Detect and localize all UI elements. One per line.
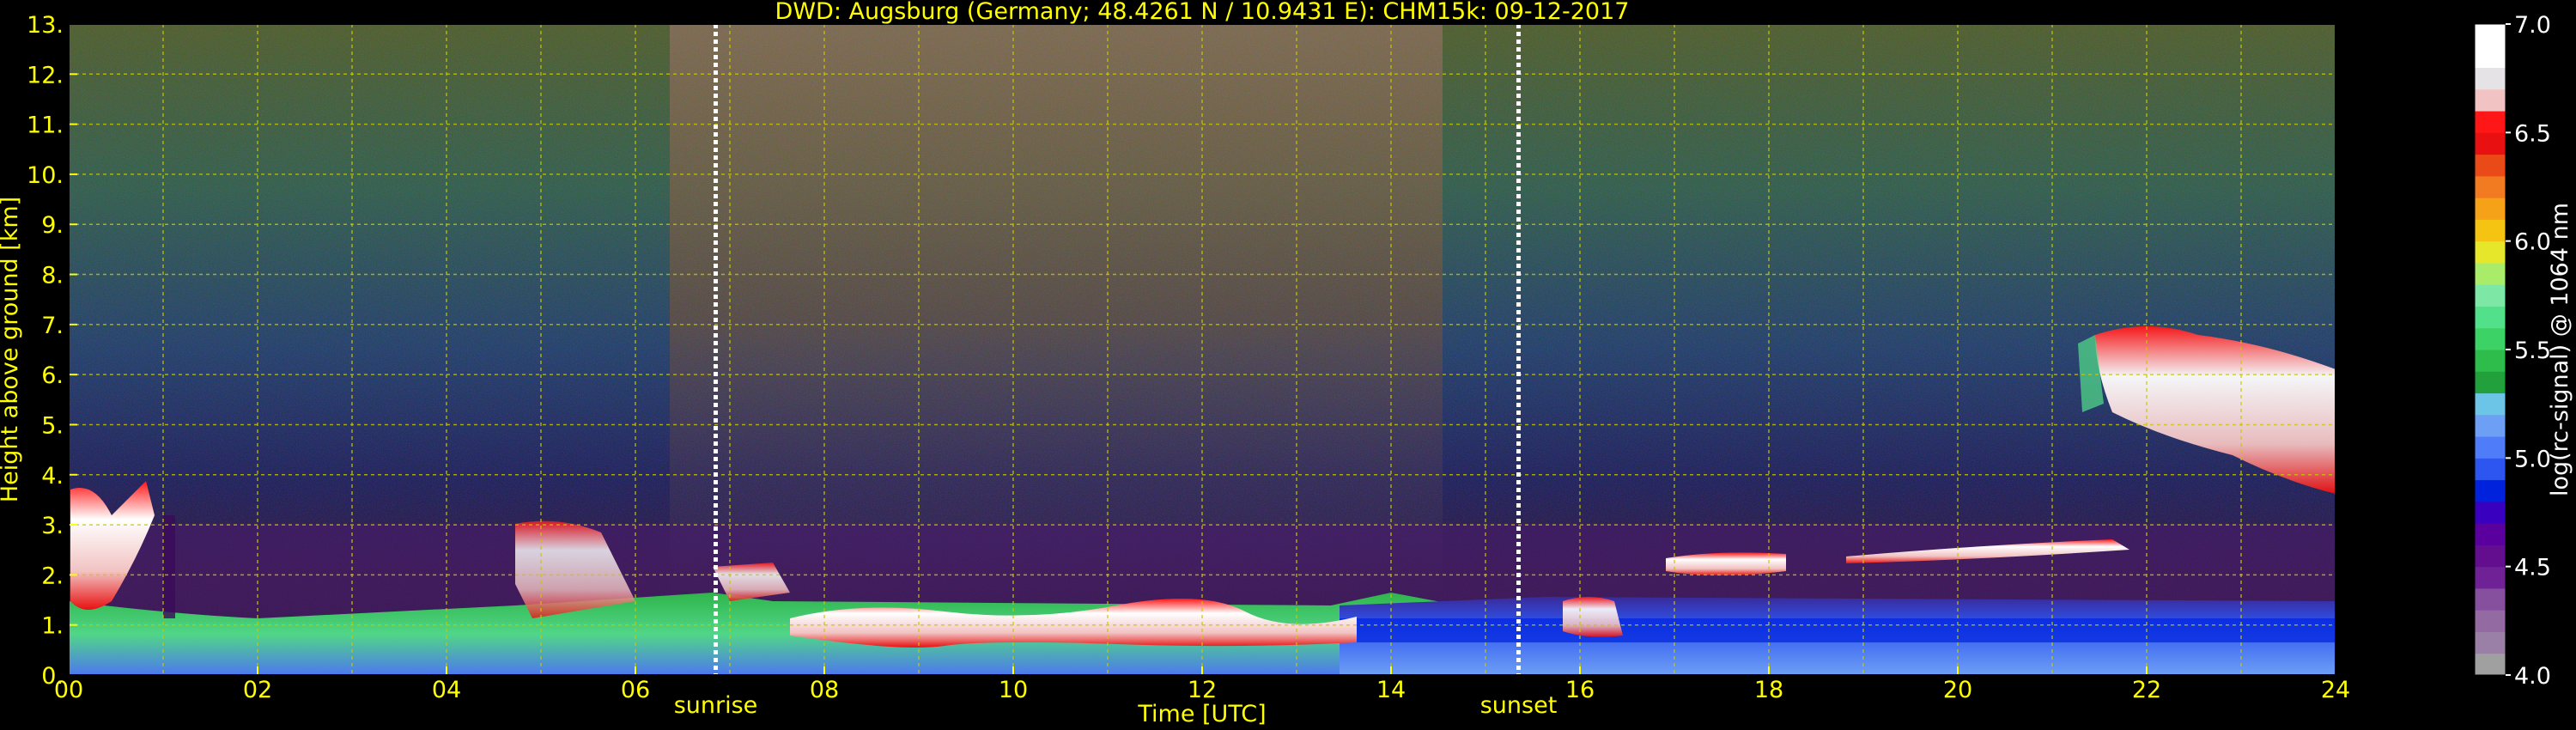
- y-tick-label: 12.: [27, 62, 64, 88]
- colorbar-segment: [2475, 262, 2506, 285]
- colorbar-segment: [2475, 392, 2506, 416]
- colorbar-segment: [2475, 631, 2506, 654]
- colorbar-segment: [2475, 46, 2506, 69]
- x-tick-label: 18: [1754, 677, 1783, 703]
- colorbar-segment: [2475, 154, 2506, 177]
- y-tick-label: 13.: [27, 12, 64, 39]
- colorbar-tick-label: 5.5: [2514, 338, 2551, 364]
- colorbar-tick-label: 6.0: [2514, 229, 2551, 256]
- y-tick-label: 6.: [41, 362, 64, 389]
- y-tick-label: 7.: [41, 313, 64, 339]
- chart-title: DWD: Augsburg (Germany; 48.4261 N / 10.9…: [775, 0, 1630, 25]
- colorbar-segment: [2475, 198, 2506, 220]
- x-tick-label: 12: [1188, 677, 1217, 703]
- colorbar-segment: [2475, 132, 2506, 155]
- y-tick-label: 11.: [27, 113, 64, 139]
- colorbar-segment: [2475, 88, 2506, 112]
- colorbar-tick-label: 5.0: [2514, 446, 2551, 472]
- colorbar-segment: [2475, 501, 2506, 524]
- colorbar-segment: [2475, 67, 2506, 90]
- colorbar-segment: [2475, 436, 2506, 459]
- y-tick-label: 8.: [41, 263, 64, 289]
- colorbar-segment: [2475, 350, 2506, 372]
- colorbar-tick-label: 6.5: [2514, 120, 2551, 147]
- y-tick-label: 0.: [41, 663, 64, 690]
- x-tick-label: 06: [621, 677, 650, 703]
- colorbar-segment: [2475, 175, 2506, 198]
- colorbar-segment: [2475, 24, 2506, 46]
- colorbar-ticks: 4.0 4.5 5.0 5.5 6.0 6.5 7.0: [2506, 12, 2551, 690]
- colorbar-segment: [2475, 479, 2506, 502]
- y-axis-label: Height above ground [km]: [0, 197, 23, 502]
- colorbar-segment: [2475, 653, 2506, 676]
- colorbar-segment: [2475, 523, 2506, 545]
- x-tick-label: 04: [432, 677, 461, 703]
- x-tick-label: 24: [2321, 677, 2350, 703]
- colorbar-segment: [2475, 111, 2506, 133]
- x-tick-label: 02: [243, 677, 272, 703]
- y-tick-label: 10.: [27, 162, 64, 189]
- y-tick-label: 2.: [41, 563, 64, 589]
- colorbar-segment: [2475, 414, 2506, 437]
- colorbar-segment: [2475, 458, 2506, 481]
- ceilometer-figure: sunrise sunset 00 02 04 06 08 10 12 14 16 18 20 22 24…: [0, 0, 2573, 727]
- colorbar-segment: [2475, 566, 2506, 589]
- colorbar-segment: [2475, 219, 2506, 242]
- colorbar-segment: [2475, 544, 2506, 568]
- colorbar-segment: [2475, 371, 2506, 394]
- colorbar-label: log(rc-signal) @ 1064 nm: [2547, 203, 2573, 496]
- sunrise-label: sunrise: [674, 692, 758, 719]
- colorbar-segment: [2475, 327, 2506, 350]
- colorbar-tick-label: 4.5: [2514, 555, 2551, 581]
- x-tick-label: 22: [2132, 677, 2161, 703]
- colorbar-segment: [2475, 284, 2506, 307]
- x-tick-label: 14: [1376, 677, 1406, 703]
- x-axis-label: Time [UTC]: [1137, 701, 1266, 727]
- y-tick-label: 9.: [41, 212, 64, 239]
- x-tick-label: 08: [810, 677, 839, 703]
- colorbar-segment: [2475, 240, 2506, 264]
- colorbar-segment: [2475, 306, 2506, 329]
- colorbar-tick-label: 7.0: [2514, 12, 2551, 39]
- x-tick-label: 20: [1943, 677, 1972, 703]
- y-tick-label: 1.: [41, 613, 64, 640]
- colorbar-segment: [2475, 587, 2506, 611]
- x-tick-label: 10: [999, 677, 1028, 703]
- y-tick-label: 4.: [41, 463, 64, 490]
- sunset-label: sunset: [1480, 692, 1558, 719]
- y-tick-label: 3.: [41, 513, 64, 539]
- evening-cloud-1: [1666, 552, 1786, 575]
- colorbar: [2474, 23, 2506, 676]
- x-tick-label: 16: [1565, 677, 1595, 703]
- y-tick-label: 5.: [41, 412, 64, 439]
- colorbar-tick-label: 4.0: [2514, 663, 2551, 690]
- colorbar-segment: [2475, 610, 2506, 632]
